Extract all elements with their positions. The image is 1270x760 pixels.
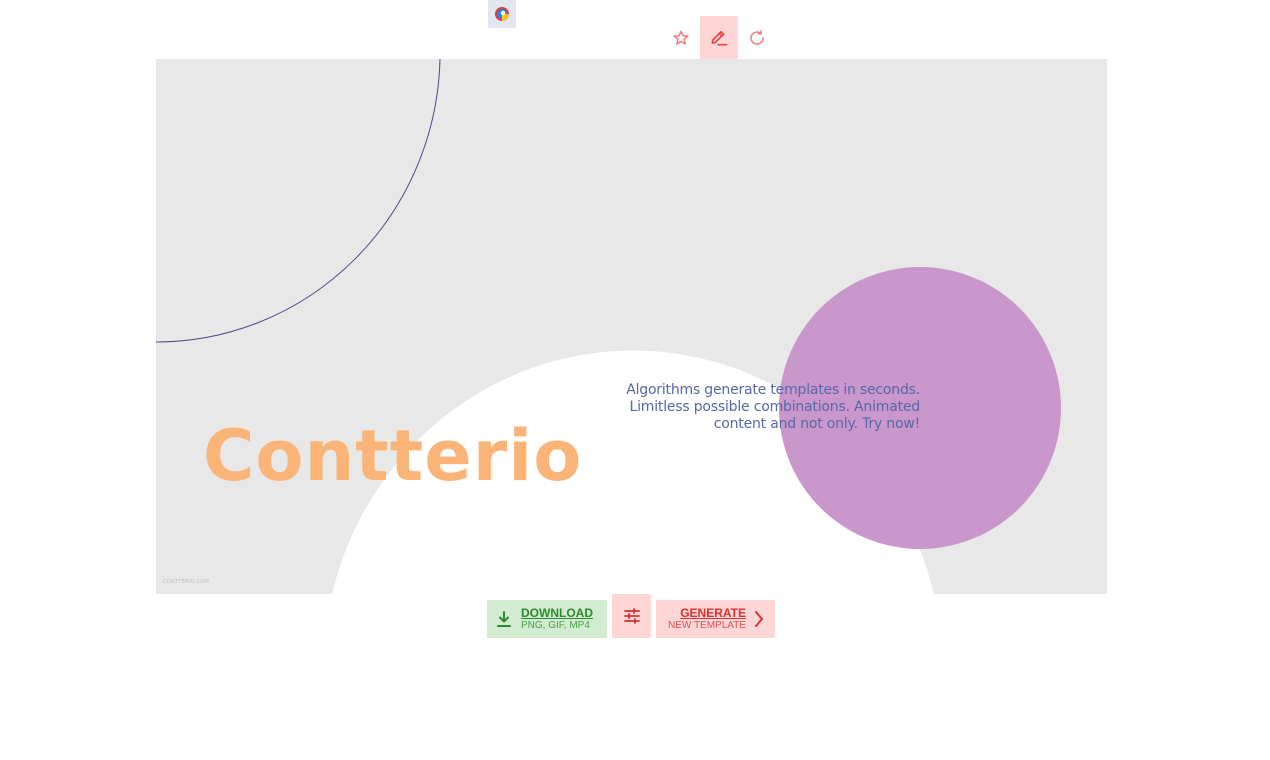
template-title: Contterio [203,415,583,497]
top-toolbar [662,16,776,59]
template-shapes [156,59,1061,594]
generate-button[interactable]: GENERATE NEW TEMPLATE [656,600,775,638]
download-icon-wrap [487,610,521,628]
chevron-right-icon [755,611,763,627]
refresh-icon [750,29,764,45]
download-button[interactable]: DOWNLOAD PNG, GIF, MP4 [487,600,607,638]
generate-sublabel: NEW TEMPLATE [668,619,746,631]
generate-text: GENERATE NEW TEMPLATE [656,605,746,632]
sliders-icon [623,608,640,624]
generate-label: GENERATE [680,605,746,620]
settings-button[interactable] [612,594,651,638]
star-icon [673,30,689,45]
outline-arc [156,59,441,343]
chevron-wrap [746,610,772,628]
edit-icon [711,30,728,46]
template-canvas: Contterio Algorithms generate templates … [156,59,1107,594]
page: Contterio Algorithms generate templates … [0,0,1270,760]
app-badge[interactable] [488,0,516,28]
download-formats: PNG, GIF, MP4 [521,619,590,631]
download-label: DOWNLOAD [521,605,593,620]
action-bar: DOWNLOAD PNG, GIF, MP4 GENERATE NEW TEMP… [487,594,787,638]
template-tagline: Algorithms generate templates in seconds… [626,382,920,432]
refresh-button[interactable] [738,16,776,59]
download-icon [497,611,511,627]
app-logo-icon [495,7,509,21]
watermark: CONTTERIO.COM [163,579,210,585]
edit-button[interactable] [700,16,738,59]
download-text: DOWNLOAD PNG, GIF, MP4 [521,605,593,632]
favorite-button[interactable] [662,16,700,59]
